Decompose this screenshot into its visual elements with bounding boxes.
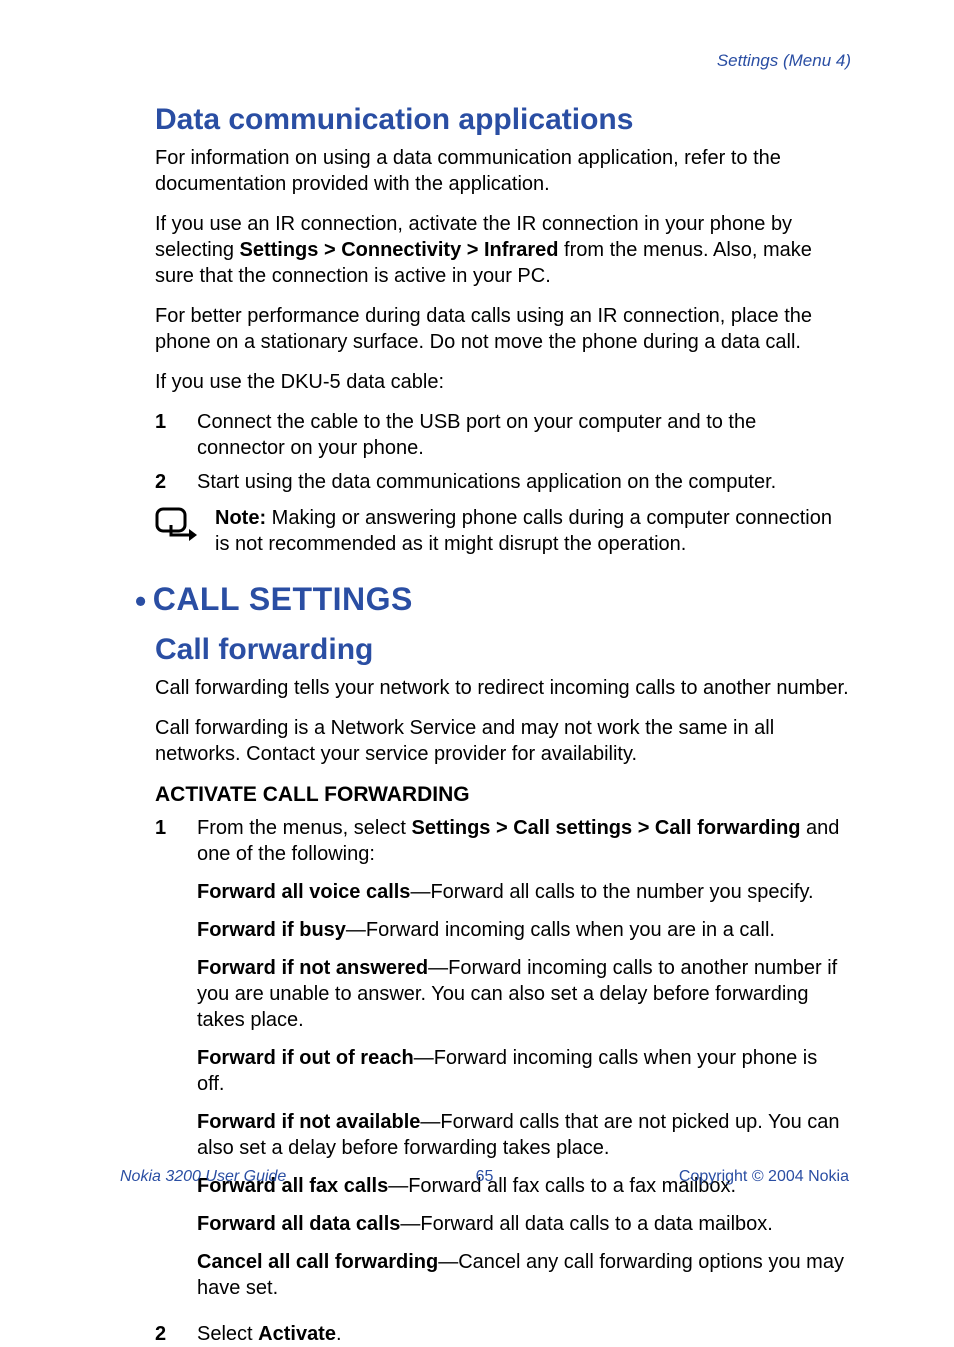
forward-option: Forward if out of reach—Forward incoming… xyxy=(197,1045,849,1097)
text: From the menus, select xyxy=(197,817,412,839)
list-text: Connect the cable to the USB port on you… xyxy=(197,409,849,461)
list-number: 2 xyxy=(155,1321,197,1347)
page-header-right: Settings (Menu 4) xyxy=(155,50,851,72)
list-text: Start using the data communications appl… xyxy=(197,469,849,495)
footer-page-number: 65 xyxy=(120,1167,849,1188)
list-number: 2 xyxy=(155,469,197,495)
option-desc: —Forward all data calls to a data mailbo… xyxy=(400,1213,772,1235)
paragraph: For better performance during data calls… xyxy=(155,303,849,355)
menu-path-bold: Settings > Connectivity > Infrared xyxy=(240,239,559,261)
paragraph: For information on using a data communic… xyxy=(155,145,849,197)
numbered-list: 1 From the menus, select Settings > Call… xyxy=(155,815,849,1347)
paragraph: If you use the DKU-5 data cable: xyxy=(155,369,849,395)
list-item: 1 From the menus, select Settings > Call… xyxy=(155,815,849,1313)
forward-option: Forward if not answered—Forward incoming… xyxy=(197,955,849,1033)
bullet-icon: • xyxy=(135,583,147,619)
paragraph: Call forwarding tells your network to re… xyxy=(155,675,849,701)
option-name: Forward if not answered xyxy=(197,957,428,979)
list-item: 1 Connect the cable to the USB port on y… xyxy=(155,409,849,461)
heading-text: CALL SETTINGS xyxy=(153,581,413,617)
list-item: 2 Start using the data communications ap… xyxy=(155,469,849,495)
list-number: 1 xyxy=(155,815,197,1313)
note-icon xyxy=(155,505,215,557)
option-name: Cancel all call forwarding xyxy=(197,1251,438,1273)
option-desc: —Forward all calls to the number you spe… xyxy=(410,881,813,903)
note-label: Note: xyxy=(215,507,266,529)
list-item: 2 Select Activate. xyxy=(155,1321,849,1347)
numbered-list: 1 Connect the cable to the USB port on y… xyxy=(155,409,849,495)
list-body: Select Activate. xyxy=(197,1321,849,1347)
option-name: Forward if busy xyxy=(197,919,346,941)
list-body: From the menus, select Settings > Call s… xyxy=(197,815,849,1313)
option-name: Forward all data calls xyxy=(197,1213,400,1235)
forward-option: Forward if not available—Forward calls t… xyxy=(197,1109,849,1161)
heading-call-forwarding: Call forwarding xyxy=(155,630,849,669)
text: Making or answering phone calls during a… xyxy=(215,507,832,555)
heading-call-settings: •CALL SETTINGS xyxy=(135,579,849,622)
paragraph: Call forwarding is a Network Service and… xyxy=(155,715,849,767)
text: Select xyxy=(197,1323,258,1345)
heading-activate-cf: ACTIVATE CALL FORWARDING xyxy=(155,781,849,808)
bold-text: Activate xyxy=(258,1323,336,1345)
list-number: 1 xyxy=(155,409,197,461)
option-name: Forward if not available xyxy=(197,1111,420,1133)
forward-option: Forward all data calls—Forward all data … xyxy=(197,1211,849,1237)
note-block: Note: Making or answering phone calls du… xyxy=(155,505,849,557)
option-name: Forward if out of reach xyxy=(197,1047,414,1069)
option-name: Forward all voice calls xyxy=(197,881,410,903)
forward-option: Forward if busy—Forward incoming calls w… xyxy=(197,917,849,943)
heading-data-comm: Data communication applications xyxy=(155,100,849,139)
option-desc: —Forward incoming calls when you are in … xyxy=(346,919,775,941)
note-text: Note: Making or answering phone calls du… xyxy=(215,505,849,557)
text: . xyxy=(336,1323,342,1345)
forward-option: Cancel all call forwarding—Cancel any ca… xyxy=(197,1249,849,1301)
forward-option: Forward all voice calls—Forward all call… xyxy=(197,879,849,905)
paragraph: If you use an IR connection, activate th… xyxy=(155,211,849,289)
page-footer: Nokia 3200 User Guide 65 Copyright © 200… xyxy=(120,1167,849,1188)
menu-path-bold: Settings > Call settings > Call forwardi… xyxy=(412,817,801,839)
